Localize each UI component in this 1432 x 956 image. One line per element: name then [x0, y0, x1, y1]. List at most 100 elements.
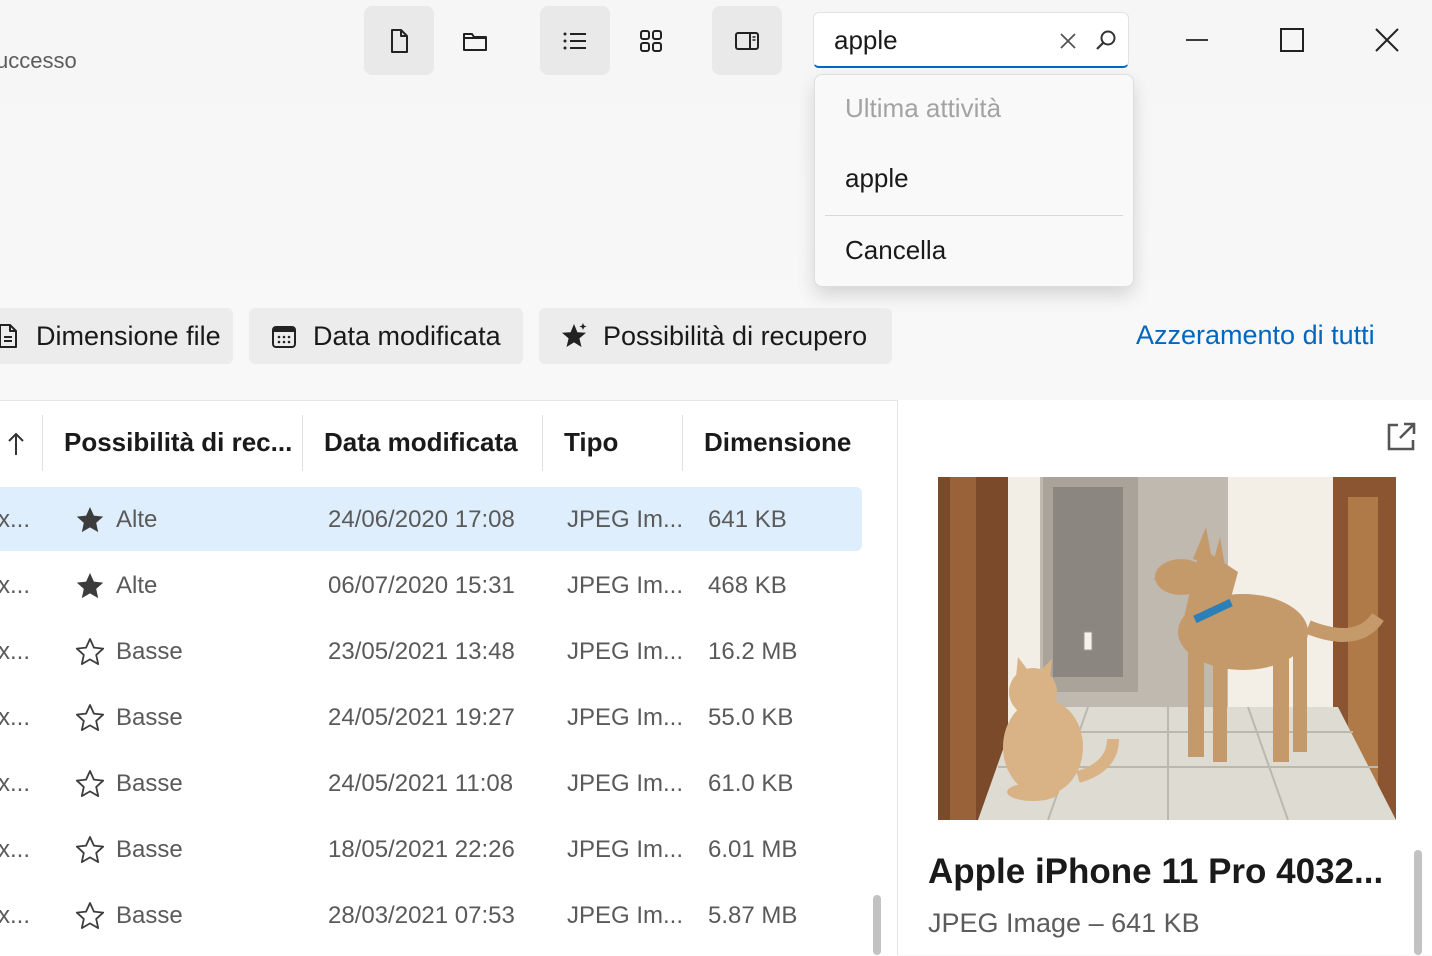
file-icon — [391, 28, 408, 53]
maximize-icon — [1280, 28, 1304, 52]
file-type: JPEG Im... — [567, 770, 684, 797]
table-row[interactable]: x... Basse 28/03/2021 07:53 JPEG Im... 5.87 … — [0, 883, 862, 947]
table-row[interactable]: x... Alte 24/06/2020 17:08 JPEG Im... 641 KB — [0, 487, 862, 551]
column-header-date-modified[interactable]: Data modificata — [324, 427, 518, 458]
list-view-button[interactable] — [540, 6, 610, 75]
column-header-type[interactable]: Tipo — [564, 427, 618, 458]
sort-ascending-icon[interactable] — [4, 429, 28, 459]
preview-image — [938, 477, 1396, 820]
reset-all-filters-link[interactable]: Azzeramento di tutti — [1136, 320, 1375, 351]
filter-chip-file-size[interactable]: Dimensione file — [0, 308, 233, 364]
filter-chip-recovery[interactable]: Possibilità di recupero — [539, 308, 892, 364]
list-view-icon — [563, 32, 586, 49]
column-header-size[interactable]: Dimensione — [704, 427, 851, 458]
folder-button[interactable] — [440, 6, 510, 75]
file-name: x... — [0, 638, 31, 665]
open-external-icon[interactable] — [1384, 420, 1418, 454]
search-suggestions: Ultima attività apple Cancella — [814, 74, 1134, 287]
file-size: 641 KB — [708, 506, 787, 533]
close-icon — [1375, 28, 1399, 52]
filter-chip-date-modified[interactable]: Data modificata — [249, 308, 523, 364]
chip-label: Dimensione file — [36, 320, 221, 351]
star-filled-icon — [74, 570, 106, 602]
recovery-chance: Basse — [116, 902, 183, 929]
table-row[interactable]: x... Alte 06/07/2020 15:31 JPEG Im... 468 KB — [0, 553, 862, 617]
date-modified: 28/03/2021 07:53 — [328, 902, 515, 929]
preview-subtitle: JPEG Image – 641 KB — [928, 908, 1200, 938]
star-filled-icon — [74, 504, 106, 536]
file-name: x... — [0, 902, 31, 929]
file-size-icon — [0, 324, 17, 348]
calendar-icon — [272, 326, 296, 348]
recovery-chance: Basse — [116, 704, 183, 731]
search-icon[interactable] — [1092, 27, 1120, 55]
minimize-button[interactable] — [1173, 16, 1221, 64]
star-outline-icon — [74, 834, 106, 866]
file-name: x... — [0, 506, 31, 533]
recovery-chance: Basse — [116, 770, 183, 797]
table-row[interactable]: x... Basse 24/05/2021 19:27 JPEG Im... 55.0 … — [0, 685, 862, 749]
table-row[interactable]: x... Basse 18/05/2021 22:26 JPEG Im... 6.01 … — [0, 817, 862, 881]
minimize-icon — [1186, 39, 1208, 41]
file-size: 61.0 KB — [708, 770, 794, 797]
date-modified: 24/06/2020 17:08 — [328, 506, 515, 533]
divider — [825, 215, 1123, 216]
date-modified: 24/05/2021 11:08 — [328, 770, 514, 797]
clear-search-icon[interactable] — [1054, 27, 1082, 55]
file-name: x... — [0, 704, 31, 731]
file-size: 55.0 KB — [708, 704, 794, 731]
column-header-recovery[interactable]: Possibilità di rec... — [64, 427, 292, 458]
chip-label: Possibilità di recupero — [603, 320, 868, 351]
file-size: 6.01 MB — [708, 836, 798, 863]
table-row[interactable]: x... Basse 23/05/2021 13:48 JPEG Im... 16.2 … — [0, 619, 862, 683]
date-modified: 23/05/2021 13:48 — [328, 638, 515, 665]
suggestion-item[interactable]: apple — [845, 163, 909, 194]
file-type: JPEG Im... — [567, 704, 684, 731]
chip-label: Data modificata — [313, 320, 501, 351]
file-type: JPEG Im... — [567, 836, 684, 863]
list-scrollbar[interactable] — [873, 895, 881, 955]
table-row[interactable]: x... Basse 24/05/2021 11:08 JPEG Im... 61.0 … — [0, 751, 862, 815]
folder-icon — [463, 32, 487, 51]
file-size: 5.87 MB — [708, 902, 798, 929]
date-modified: 18/05/2021 22:26 — [328, 836, 515, 863]
preview-pane-button[interactable] — [712, 6, 782, 75]
column-separator[interactable] — [682, 415, 683, 471]
file-type: JPEG Im... — [567, 638, 684, 665]
status-text: uccesso — [0, 48, 77, 73]
file-name: x... — [0, 836, 31, 863]
file-type: JPEG Im... — [567, 572, 684, 599]
grid-view-icon — [640, 29, 662, 52]
file-name: x... — [0, 770, 31, 797]
recovery-chance: Alte — [116, 506, 158, 533]
file-size: 16.2 MB — [708, 638, 798, 665]
recovery-chance: Basse — [116, 836, 183, 863]
date-modified: 06/07/2020 15:31 — [328, 572, 515, 599]
column-separator[interactable] — [302, 415, 303, 471]
grid-view-button[interactable] — [616, 6, 686, 75]
date-modified: 24/05/2021 19:27 — [328, 704, 515, 731]
file-button[interactable] — [364, 6, 434, 75]
maximize-button[interactable] — [1268, 16, 1316, 64]
star-outline-icon — [74, 900, 106, 932]
file-name: x... — [0, 572, 31, 599]
recovery-chance: Alte — [116, 572, 158, 599]
file-size: 468 KB — [708, 572, 787, 599]
preview-title: Apple iPhone 11 Pro 4032... — [928, 852, 1384, 891]
search-box — [813, 12, 1129, 68]
file-type: JPEG Im... — [567, 506, 684, 533]
star-outline-icon — [74, 702, 106, 734]
star-outline-icon — [74, 768, 106, 800]
recovery-chance: Basse — [116, 638, 183, 665]
preview-scrollbar[interactable] — [1414, 850, 1422, 955]
close-button[interactable] — [1363, 16, 1411, 64]
column-separator[interactable] — [542, 415, 543, 471]
column-separator[interactable] — [42, 415, 43, 471]
star-sparkle-icon — [562, 323, 587, 347]
clear-history-item[interactable]: Cancella — [845, 235, 946, 266]
file-type: JPEG Im... — [567, 902, 684, 929]
search-input[interactable] — [834, 23, 1044, 57]
star-outline-icon — [74, 636, 106, 668]
preview-pane-icon — [735, 31, 759, 50]
recent-activity-header: Ultima attività — [845, 93, 1002, 123]
